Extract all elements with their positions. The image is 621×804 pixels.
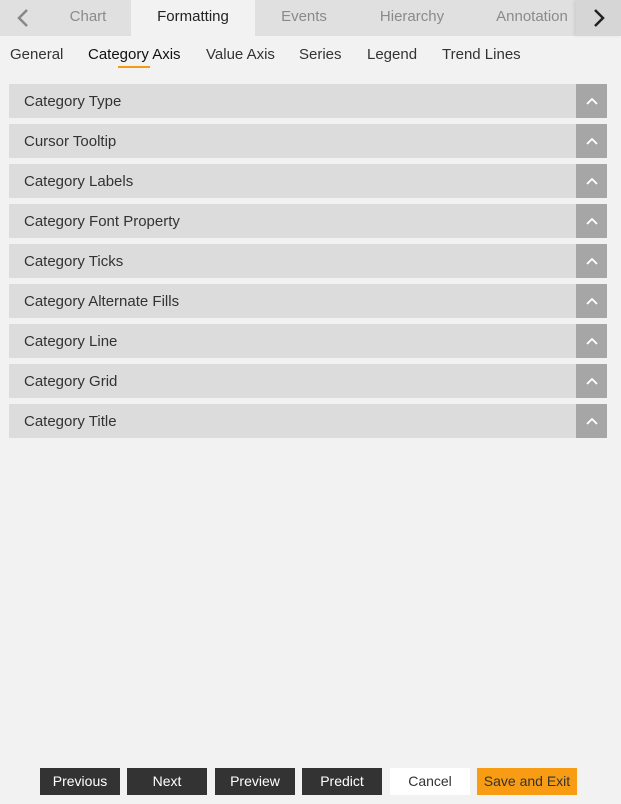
- chevron-up-icon: [585, 217, 598, 225]
- collapse-button[interactable]: [576, 404, 607, 438]
- panel-title: Category Font Property: [24, 213, 180, 230]
- subtab-trend-lines[interactable]: Trend Lines: [442, 46, 521, 63]
- chevron-up-icon: [585, 137, 598, 145]
- collapse-button[interactable]: [576, 244, 607, 278]
- scroll-right-button[interactable]: [576, 0, 621, 36]
- subtab-legend[interactable]: Legend: [367, 46, 417, 63]
- panel-title: Cursor Tooltip: [24, 133, 117, 150]
- next-button[interactable]: Next: [127, 768, 207, 795]
- cancel-button[interactable]: Cancel: [390, 768, 470, 795]
- panel-title: Category Line: [24, 333, 118, 350]
- collapse-button[interactable]: [576, 204, 607, 238]
- panel-title: Category Alternate Fills: [24, 293, 180, 310]
- subtab-series[interactable]: Series: [299, 46, 342, 63]
- panel-title: Category Grid: [24, 373, 118, 390]
- chevron-up-icon: [585, 177, 598, 185]
- chevron-left-icon: [16, 9, 28, 27]
- accordion-panel[interactable]: Category Grid: [9, 364, 607, 398]
- chevron-up-icon: [585, 417, 598, 425]
- chevron-up-icon: [585, 377, 598, 385]
- tab-hierarchy[interactable]: Hierarchy: [353, 0, 471, 36]
- accordion-panel[interactable]: Category Title: [9, 404, 607, 438]
- subtab-general[interactable]: General: [10, 46, 63, 63]
- collapse-button[interactable]: [576, 124, 607, 158]
- chevron-up-icon: [585, 97, 598, 105]
- scroll-left-button[interactable]: [0, 0, 45, 36]
- tab-annotation[interactable]: Annotation: [471, 0, 593, 36]
- tab-formatting[interactable]: Formatting: [131, 0, 255, 36]
- chevron-right-icon: [593, 9, 605, 27]
- accordion-panel[interactable]: Category Font Property: [9, 204, 607, 238]
- tab-events[interactable]: Events: [255, 0, 353, 36]
- panel-title: Category Labels: [24, 173, 134, 190]
- chevron-up-icon: [585, 297, 598, 305]
- previous-button[interactable]: Previous: [40, 768, 120, 795]
- collapse-button[interactable]: [576, 84, 607, 118]
- preview-button[interactable]: Preview: [215, 768, 295, 795]
- subtab-category-axis[interactable]: Category Axis: [88, 46, 181, 63]
- collapse-button[interactable]: [576, 324, 607, 358]
- collapse-button[interactable]: [576, 364, 607, 398]
- predict-button[interactable]: Predict: [302, 768, 382, 795]
- panel-title: Category Type: [24, 93, 122, 110]
- tab-chart[interactable]: Chart: [45, 0, 131, 36]
- accordion-panel[interactable]: Cursor Tooltip: [9, 124, 607, 158]
- save-and-exit-button[interactable]: Save and Exit: [477, 768, 577, 795]
- accordion-panel[interactable]: Category Ticks: [9, 244, 607, 278]
- collapse-button[interactable]: [576, 284, 607, 318]
- chevron-up-icon: [585, 337, 598, 345]
- collapse-button[interactable]: [576, 164, 607, 198]
- panel-title: Category Title: [24, 413, 117, 430]
- accordion-panel[interactable]: Category Labels: [9, 164, 607, 198]
- active-subtab-indicator: [118, 66, 150, 68]
- accordion-panel[interactable]: Category Alternate Fills: [9, 284, 607, 318]
- accordion-panel[interactable]: Category Line: [9, 324, 607, 358]
- panel-title: Category Ticks: [24, 253, 124, 270]
- top-tab-bar: Chart Formatting Events Hierarchy Annota…: [0, 0, 621, 36]
- subtab-value-axis[interactable]: Value Axis: [206, 46, 275, 63]
- chevron-up-icon: [585, 257, 598, 265]
- accordion-panel[interactable]: Category Type: [9, 84, 607, 118]
